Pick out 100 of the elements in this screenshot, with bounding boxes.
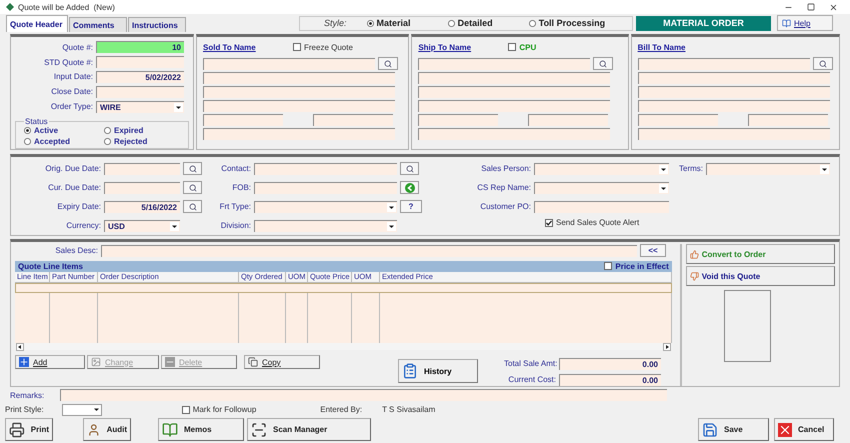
- restore-icon[interactable]: [807, 3, 815, 11]
- input-field[interactable]: [203, 72, 395, 84]
- field-label: CS Rep Name:: [476, 183, 531, 192]
- input-field[interactable]: [96, 86, 184, 98]
- input-field[interactable]: 10: [96, 41, 184, 54]
- input-field[interactable]: [203, 128, 395, 140]
- toolbar-button[interactable]: Save: [698, 418, 769, 441]
- dropdown[interactable]: WIRE: [96, 100, 184, 113]
- input-field[interactable]: [534, 200, 669, 212]
- toolbar-button[interactable]: Scan Manager: [247, 418, 371, 441]
- checkbox[interactable]: [604, 262, 612, 270]
- toolbar-button[interactable]: Audit: [83, 418, 131, 441]
- checkbox[interactable]: [182, 406, 190, 414]
- search-button[interactable]: [183, 200, 202, 213]
- radio-button[interactable]: [366, 20, 374, 26]
- print-style-label: Print Style:: [5, 405, 44, 414]
- input-field[interactable]: [638, 100, 830, 112]
- field-label: Total Sale Amt:: [504, 359, 556, 368]
- input-field[interactable]: [418, 100, 610, 112]
- input-field[interactable]: [418, 58, 590, 70]
- side-action-button[interactable]: Convert to Order: [686, 244, 835, 264]
- search-button[interactable]: [812, 57, 833, 70]
- input-field[interactable]: [528, 114, 608, 126]
- input-field[interactable]: [101, 244, 637, 256]
- dropdown[interactable]: [706, 162, 830, 174]
- input-field[interactable]: [203, 86, 395, 98]
- input-field[interactable]: [638, 58, 810, 70]
- field-label: Order Type:: [50, 102, 93, 112]
- help-button[interactable]: ?: [400, 200, 422, 213]
- scanner-icon: [251, 422, 267, 438]
- address-link[interactable]: Bill To Name: [638, 42, 728, 52]
- table-row[interactable]: [15, 282, 672, 293]
- input-field[interactable]: 5/16/2022: [104, 200, 180, 212]
- input-field[interactable]: [418, 86, 610, 98]
- radio-button[interactable]: [24, 138, 31, 145]
- dropdown[interactable]: [254, 220, 397, 232]
- action-button[interactable]: Add: [15, 355, 85, 369]
- caret-icon: [170, 222, 179, 230]
- checkbox[interactable]: [508, 43, 516, 51]
- toolbar-button[interactable]: Memos: [158, 418, 244, 441]
- input-field[interactable]: [254, 162, 397, 174]
- tab[interactable]: Quote Header: [6, 15, 68, 32]
- address-link[interactable]: Ship To Name: [418, 42, 508, 52]
- input-field[interactable]: [638, 114, 718, 126]
- dropdown[interactable]: [254, 200, 397, 212]
- search-button[interactable]: [183, 162, 202, 175]
- input-field[interactable]: [203, 114, 283, 126]
- search-button[interactable]: [183, 181, 202, 194]
- field-label: Quote #:: [61, 42, 93, 52]
- help-button[interactable]: Help: [777, 15, 833, 31]
- field-label: Customer PO:: [479, 202, 531, 211]
- input-field[interactable]: [748, 114, 828, 126]
- history-button[interactable]: History: [398, 359, 478, 383]
- search-button[interactable]: [378, 57, 398, 70]
- search-button[interactable]: [400, 162, 419, 175]
- dropdown[interactable]: [534, 182, 669, 194]
- radio-button[interactable]: [24, 126, 31, 134]
- input-field[interactable]: [203, 100, 395, 112]
- input-field[interactable]: [418, 72, 610, 84]
- toolbar-button[interactable]: Cancel: [774, 418, 834, 441]
- checkbox[interactable]: [545, 218, 553, 226]
- checkbox-label: Price in Effect: [615, 262, 669, 271]
- close-icon[interactable]: [829, 2, 838, 12]
- scroll-right-button[interactable]: [662, 343, 671, 351]
- input-field[interactable]: [60, 389, 667, 401]
- scrollbar[interactable]: [15, 343, 672, 350]
- side-action-button[interactable]: Void this Quote: [686, 266, 835, 286]
- input-field[interactable]: [638, 128, 830, 140]
- checkbox[interactable]: [293, 43, 301, 51]
- address-link[interactable]: Sold To Name: [203, 42, 293, 52]
- input-field[interactable]: 5/02/2022: [96, 70, 184, 83]
- input-field[interactable]: [104, 182, 180, 194]
- radio-button[interactable]: [448, 20, 455, 26]
- tab[interactable]: Comments: [69, 17, 127, 32]
- field-label: STD Quote #:: [43, 58, 93, 67]
- dropdown[interactable]: [534, 162, 669, 174]
- tab[interactable]: Instructions: [128, 17, 186, 32]
- search-button[interactable]: [593, 57, 614, 70]
- clipboard-icon: [402, 363, 418, 379]
- dropdown[interactable]: [62, 404, 102, 416]
- scroll-left-button[interactable]: [16, 343, 24, 351]
- input-field[interactable]: [418, 128, 610, 140]
- input-field[interactable]: [104, 162, 180, 174]
- radio-button[interactable]: [104, 126, 111, 134]
- dropdown[interactable]: USD: [104, 220, 180, 232]
- input-field[interactable]: [254, 182, 397, 194]
- back-button[interactable]: [400, 181, 419, 194]
- radio-button[interactable]: [104, 138, 111, 145]
- toolbar-button[interactable]: Print: [5, 418, 53, 441]
- input-field[interactable]: [638, 72, 830, 84]
- input-field[interactable]: [638, 86, 830, 98]
- collapse-button[interactable]: <<: [640, 244, 666, 257]
- search-icon: [188, 184, 196, 192]
- input-field[interactable]: [96, 56, 184, 68]
- action-button[interactable]: Copy: [244, 355, 320, 369]
- input-field[interactable]: [203, 58, 375, 70]
- radio-button[interactable]: [528, 20, 536, 26]
- input-field[interactable]: [313, 114, 393, 126]
- radio-label: Expired: [114, 126, 144, 135]
- input-field[interactable]: [418, 114, 498, 126]
